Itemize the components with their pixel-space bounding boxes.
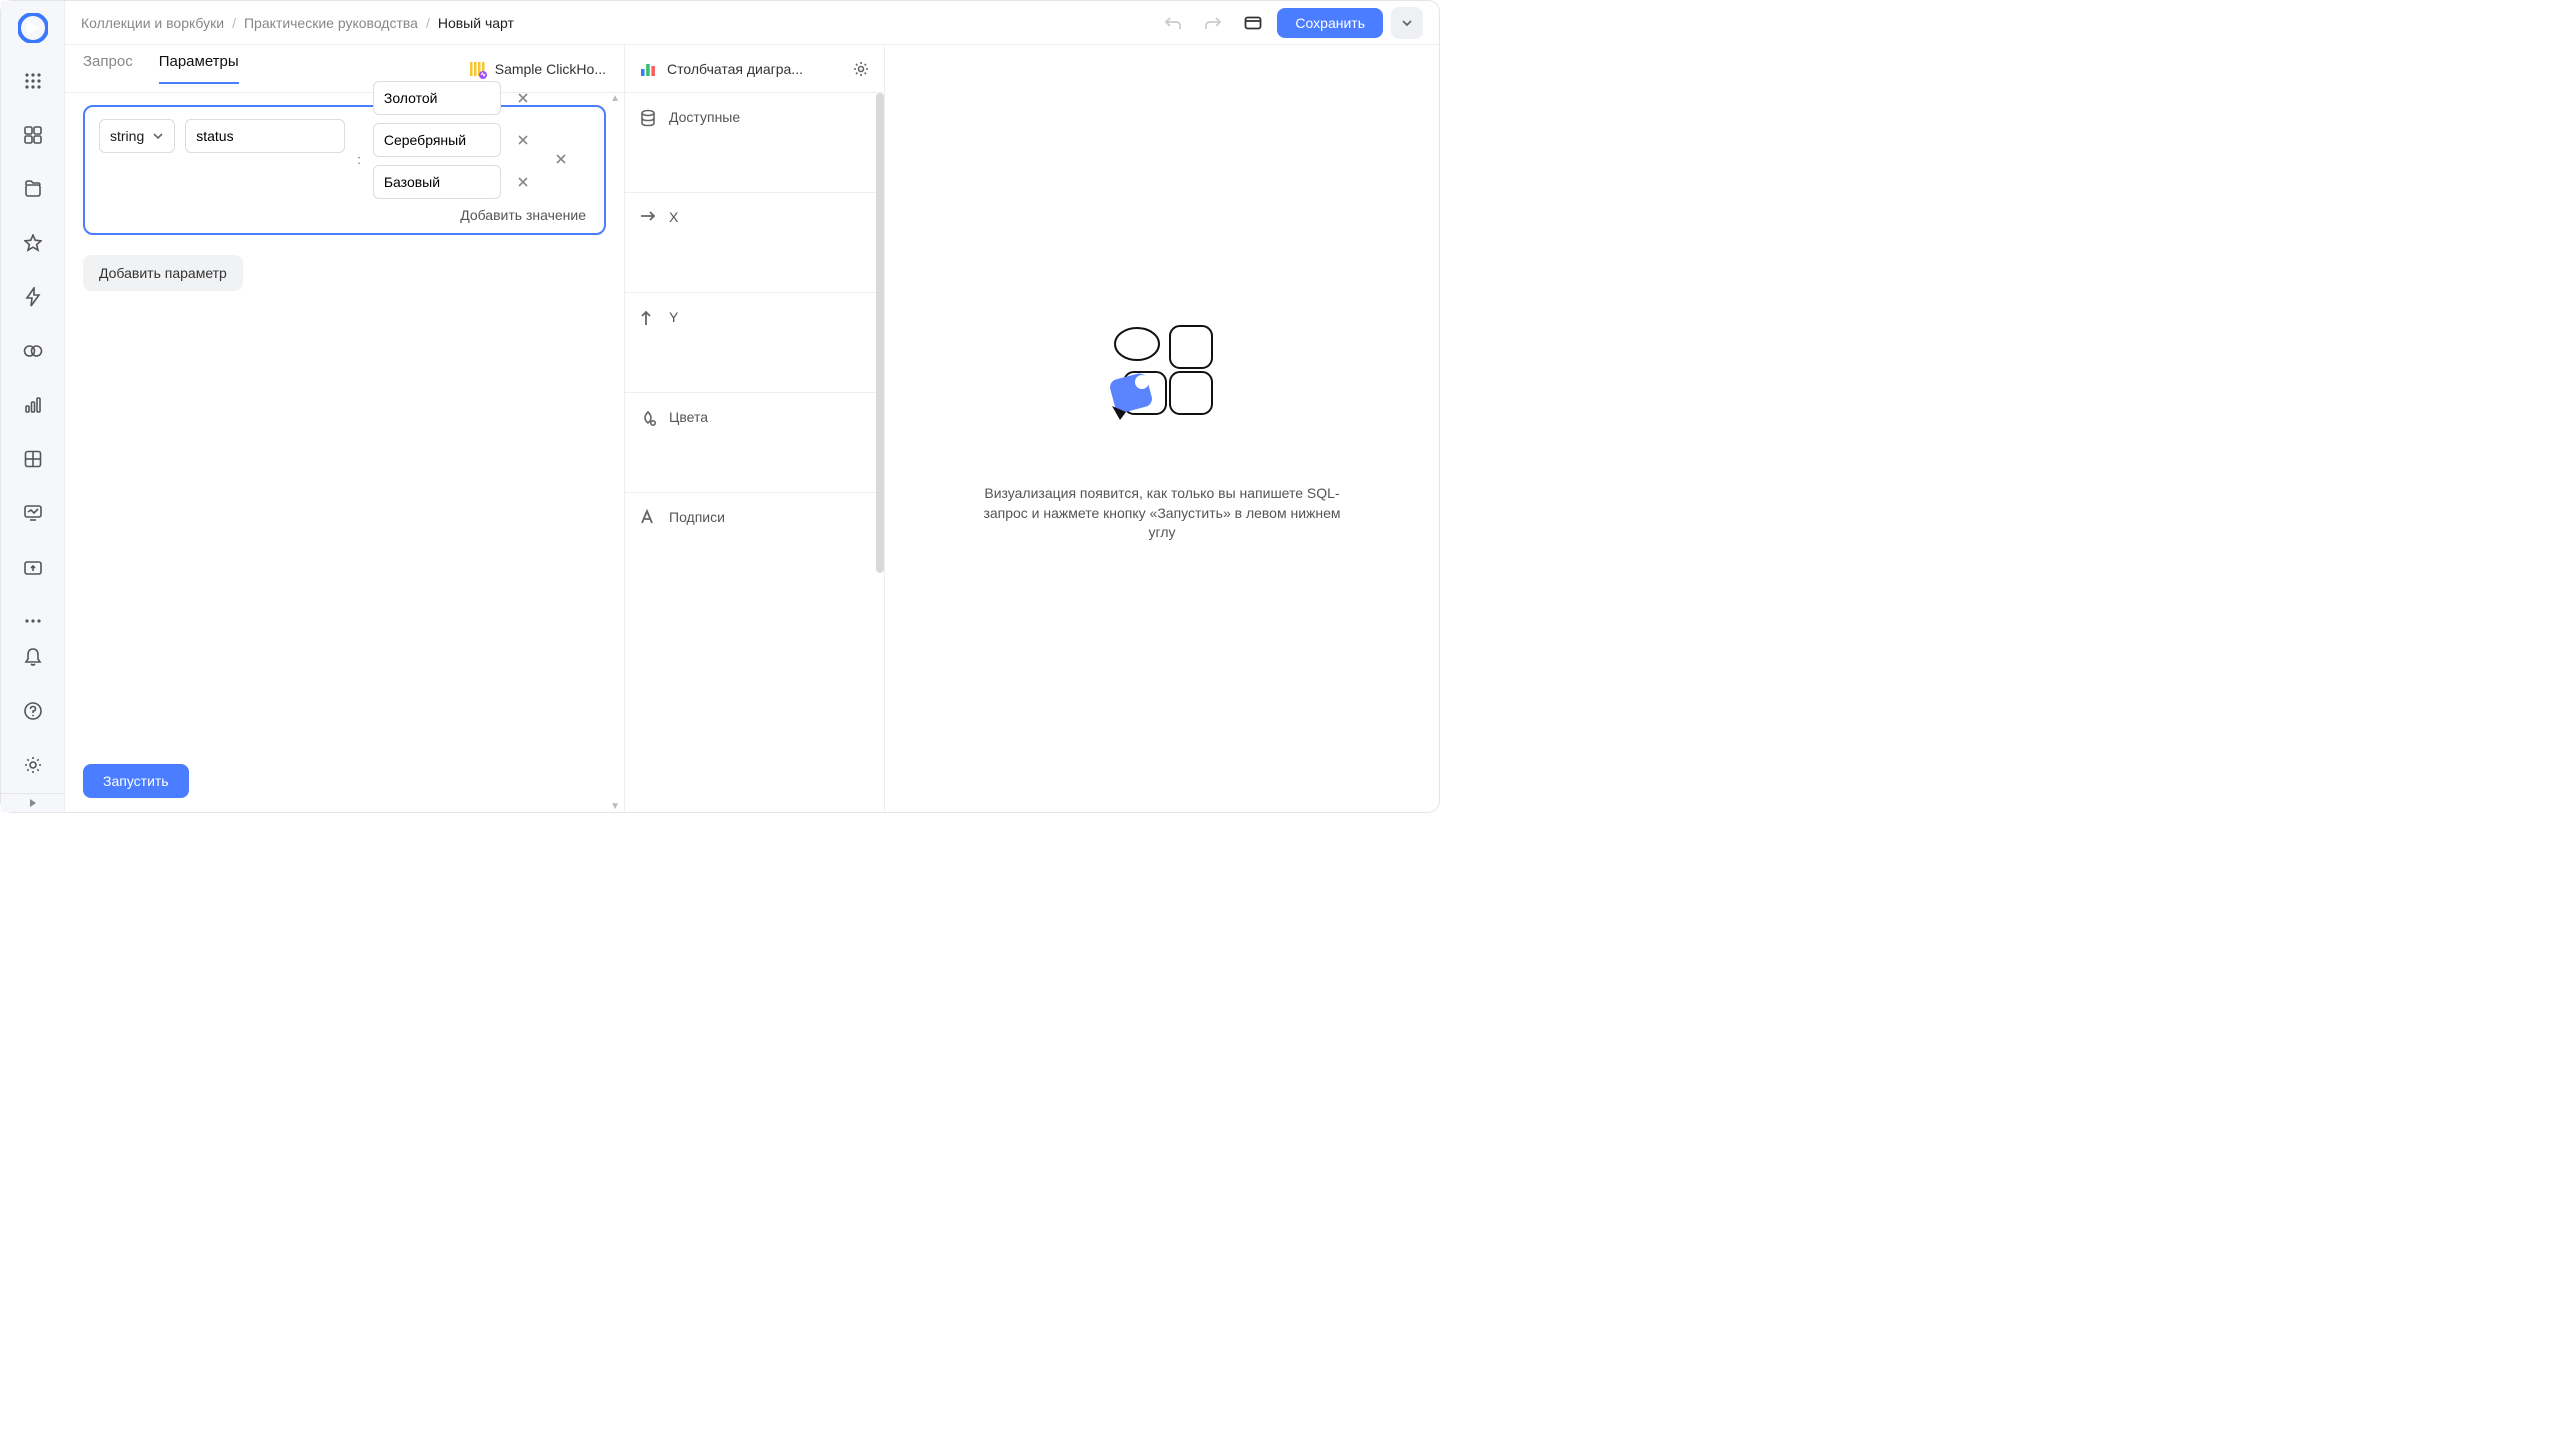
database-icon xyxy=(639,109,657,127)
dashboard-icon[interactable] xyxy=(15,117,51,153)
scroll-down-icon: ▼ xyxy=(610,801,620,812)
breadcrumb-item[interactable]: Коллекции и воркбуки xyxy=(81,15,224,31)
param-value-input[interactable] xyxy=(373,123,501,157)
config-panel: Столбчатая диагра... Доступные X Y xyxy=(625,45,885,812)
paint-icon xyxy=(639,409,657,427)
bar-chart-icon xyxy=(639,60,657,78)
breadcrumb-current: Новый чарт xyxy=(438,15,514,31)
left-panel: Запрос Параметры Sample ClickHo... ▲ xyxy=(65,45,625,812)
breadcrumb: Коллекции и воркбуки / Практические руко… xyxy=(81,15,514,31)
save-button[interactable]: Сохранить xyxy=(1277,8,1383,38)
more-icon[interactable] xyxy=(15,603,51,639)
save-dropdown[interactable] xyxy=(1391,7,1423,39)
chart-type-label[interactable]: Столбчатая диагра... xyxy=(667,61,842,77)
param-value-input[interactable] xyxy=(373,81,501,115)
remove-value-button[interactable] xyxy=(509,84,537,112)
breadcrumb-separator: / xyxy=(232,15,236,31)
arrow-right-icon xyxy=(639,209,657,227)
param-name-input[interactable] xyxy=(185,119,345,153)
apps-icon[interactable] xyxy=(15,63,51,99)
undo-button[interactable] xyxy=(1157,7,1189,39)
section-label: Доступные xyxy=(669,109,740,125)
tab-query[interactable]: Запрос xyxy=(83,53,133,84)
section-colors[interactable]: Цвета xyxy=(625,393,884,493)
breadcrumb-item[interactable]: Практические руководства xyxy=(244,15,418,31)
section-label: Цвета xyxy=(669,409,708,425)
run-button[interactable]: Запустить xyxy=(83,764,189,798)
add-param-button[interactable]: Добавить параметр xyxy=(83,255,243,291)
folder-icon[interactable] xyxy=(15,549,51,585)
text-icon xyxy=(639,509,657,527)
app-logo[interactable] xyxy=(17,13,49,43)
section-label: Подписи xyxy=(669,509,725,525)
preview-panel: Визуализация появится, как только вы нап… xyxy=(885,45,1439,812)
remove-value-button[interactable] xyxy=(509,168,537,196)
section-label: Y xyxy=(669,309,678,325)
section-label: X xyxy=(669,209,678,225)
scrollbar[interactable] xyxy=(876,93,884,573)
chart-settings-button[interactable] xyxy=(852,60,870,78)
help-icon[interactable] xyxy=(15,693,51,729)
monitor-icon[interactable] xyxy=(15,495,51,531)
datasource-selector[interactable]: Sample ClickHo... xyxy=(467,59,606,79)
arrow-up-icon xyxy=(639,309,657,327)
remove-param-button[interactable] xyxy=(547,145,575,173)
param-value-input[interactable] xyxy=(373,165,501,199)
sidebar xyxy=(1,1,65,812)
breadcrumb-separator: / xyxy=(426,15,430,31)
section-available[interactable]: Доступные xyxy=(625,93,884,193)
star-icon[interactable] xyxy=(15,225,51,261)
collections-icon[interactable] xyxy=(15,171,51,207)
bell-icon[interactable] xyxy=(15,639,51,675)
redo-button[interactable] xyxy=(1197,7,1229,39)
topbar: Коллекции и воркбуки / Практические руко… xyxy=(65,1,1439,45)
placeholder-text: Визуализация появится, как только вы нап… xyxy=(982,484,1342,543)
datasource-name: Sample ClickHo... xyxy=(495,61,606,77)
section-x[interactable]: X xyxy=(625,193,884,293)
remove-value-button[interactable] xyxy=(509,126,537,154)
link-icon[interactable] xyxy=(15,333,51,369)
settings-icon[interactable] xyxy=(15,747,51,783)
param-type-label: string xyxy=(110,128,144,144)
chart-icon[interactable] xyxy=(15,387,51,423)
tab-params[interactable]: Параметры xyxy=(159,53,239,84)
lightning-icon[interactable] xyxy=(15,279,51,315)
clickhouse-icon xyxy=(467,59,487,79)
placeholder-illustration xyxy=(1102,314,1222,424)
param-type-select[interactable]: string xyxy=(99,119,175,153)
section-labels[interactable]: Подписи xyxy=(625,493,884,593)
scroll-up-icon: ▲ xyxy=(610,93,620,104)
colon: : xyxy=(355,152,363,167)
param-editor: string : xyxy=(83,105,606,235)
expand-sidebar[interactable] xyxy=(1,793,64,812)
add-value-button[interactable]: Добавить значение xyxy=(99,199,590,223)
grid-icon[interactable] xyxy=(15,441,51,477)
layout-icon[interactable] xyxy=(1237,7,1269,39)
section-y[interactable]: Y xyxy=(625,293,884,393)
